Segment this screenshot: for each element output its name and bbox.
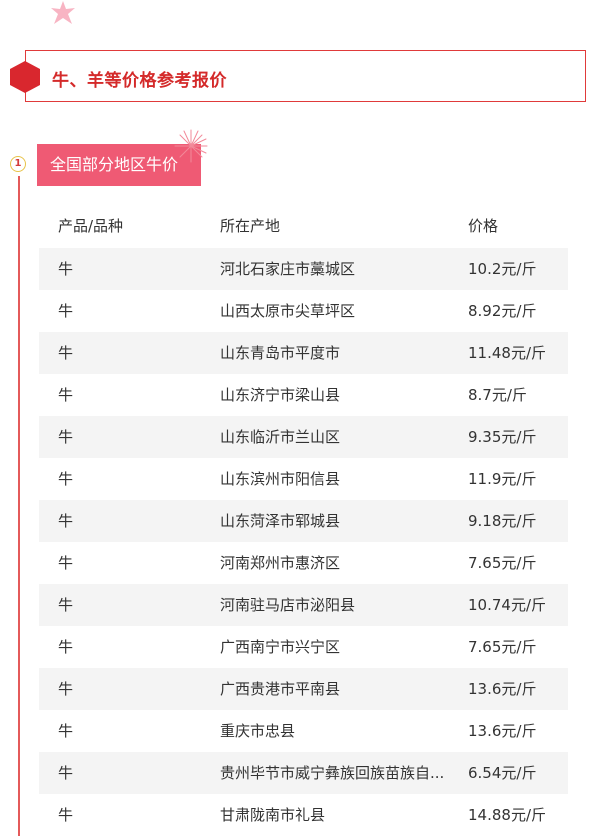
table-header: 产品/品种 所在产地 价格 — [39, 206, 568, 248]
cell-product: 牛 — [58, 680, 74, 698]
cell-price: 8.7元/斤 — [468, 386, 527, 404]
cell-product: 牛 — [58, 260, 74, 278]
cell-origin: 河北石家庄市藁城区 — [220, 260, 356, 278]
cell-origin: 山东济宁市梁山县 — [220, 386, 341, 404]
cell-product: 牛 — [58, 428, 74, 446]
cell-price: 9.18元/斤 — [468, 512, 537, 530]
cell-origin: 甘肃陇南市礼县 — [220, 806, 326, 824]
price-table: 产品/品种 所在产地 价格 牛河北石家庄市藁城区 10.2元/斤牛山西太原市尖草坪… — [39, 206, 568, 836]
cell-price: 10.2元/斤 — [468, 260, 537, 278]
cell-price: 8.92元/斤 — [468, 302, 537, 320]
table-row: 牛 甘肃陇南市礼县 14.88元/斤 — [39, 794, 568, 836]
cell-origin: 贵州毕节市威宁彝族回族苗族自... — [220, 764, 445, 782]
table-row: 牛 山东滨州市阳信县 11.9元/斤 — [39, 458, 568, 500]
cell-price: 14.88元/斤 — [468, 806, 546, 824]
cell-origin: 广西南宁市兴宁区 — [220, 638, 341, 656]
cell-price: 13.6元/斤 — [468, 722, 537, 740]
cell-origin: 河南郑州市惠济区 — [220, 554, 341, 572]
cell-origin: 河南驻马店市泌阳县 — [220, 596, 356, 614]
table-row: 牛 贵州毕节市威宁彝族回族苗族自... 6.54元/斤 — [39, 752, 568, 794]
cell-price: 9.35元/斤 — [468, 428, 537, 446]
header-origin: 所在产地 — [220, 217, 281, 235]
cell-product: 牛 — [58, 470, 74, 488]
starfish-icon — [51, 1, 75, 24]
cell-product: 牛 — [58, 764, 74, 782]
cell-product: 牛 — [58, 386, 74, 404]
firework-icon — [174, 129, 208, 163]
cell-price: 11.9元/斤 — [468, 470, 537, 488]
table-row: 牛 广西贵港市平南县 13.6元/斤 — [39, 668, 568, 710]
table-row: 牛 山东济宁市梁山县 8.7元/斤 — [39, 374, 568, 416]
cell-product: 牛 — [58, 596, 74, 614]
table-row: 牛 山西太原市尖草坪区 8.92元/斤 — [39, 290, 568, 332]
step-number: 1 — [10, 156, 26, 172]
cell-origin: 山东菏泽市郓城县 — [220, 512, 341, 530]
table-row: 牛 山东临沂市兰山区 9.35元/斤 — [39, 416, 568, 458]
cell-price: 7.65元/斤 — [468, 554, 537, 572]
table-row: 牛 山东青岛市平度市 11.48元/斤 — [39, 332, 568, 374]
cell-price: 13.6元/斤 — [468, 680, 537, 698]
cell-product: 牛 — [58, 512, 74, 530]
cell-origin: 重庆市忠县 — [220, 722, 296, 740]
cell-product: 牛 — [58, 302, 74, 320]
cell-price: 6.54元/斤 — [468, 764, 537, 782]
table-row: 牛 重庆市忠县 13.6元/斤 — [39, 710, 568, 752]
table-row: 牛 广西南宁市兴宁区 7.65元/斤 — [39, 626, 568, 668]
cell-product: 牛 — [58, 722, 74, 740]
cell-origin: 山东临沂市兰山区 — [220, 428, 341, 446]
table-row: 牛 河南郑州市惠济区 7.65元/斤 — [39, 542, 568, 584]
cell-origin: 山东滨州市阳信县 — [220, 470, 341, 488]
hexagon-icon — [10, 61, 40, 93]
cell-product: 牛 — [58, 806, 74, 824]
page-title: 牛、羊等价格参考报价 — [52, 71, 227, 91]
cell-product: 牛 — [58, 638, 74, 656]
header-product: 产品/品种 — [58, 217, 124, 235]
table-row: 牛 河南驻马店市泌阳县 10.74元/斤 — [39, 584, 568, 626]
table-row: 牛 山东菏泽市郓城县 9.18元/斤 — [39, 500, 568, 542]
cell-origin: 广西贵港市平南县 — [220, 680, 341, 698]
cell-price: 10.74元/斤 — [468, 596, 546, 614]
cell-price: 11.48元/斤 — [468, 344, 546, 362]
header-price: 价格 — [468, 217, 499, 235]
cell-origin: 山西太原市尖草坪区 — [220, 302, 356, 320]
cell-origin: 山东青岛市平度市 — [220, 344, 341, 362]
timeline-line — [18, 176, 20, 836]
table-row: 牛 河北石家庄市藁城区 10.2元/斤 — [39, 248, 568, 290]
cell-product: 牛 — [58, 554, 74, 572]
cell-product: 牛 — [58, 344, 74, 362]
cell-price: 7.65元/斤 — [468, 638, 537, 656]
